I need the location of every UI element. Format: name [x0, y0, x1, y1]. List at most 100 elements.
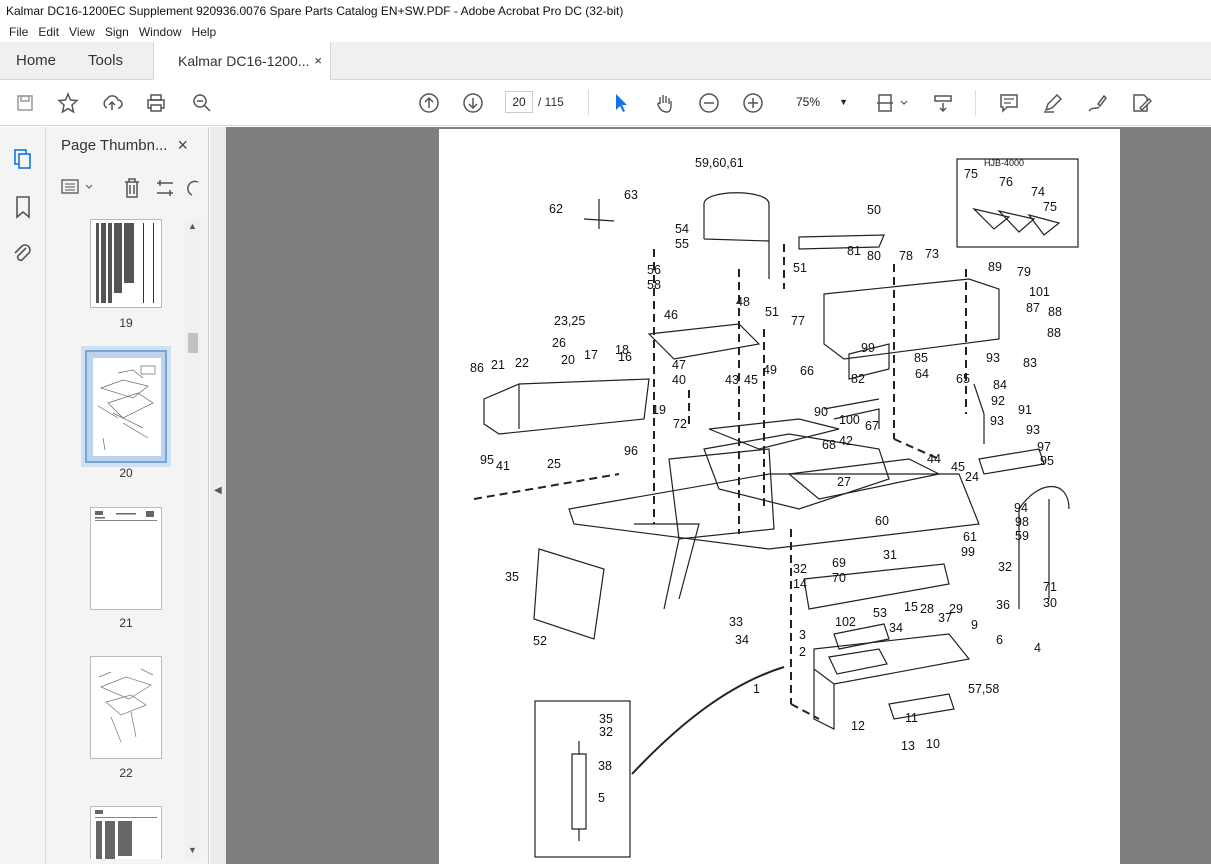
thumbnail-label: 19	[119, 316, 133, 330]
close-tab-icon[interactable]: ×	[314, 42, 322, 80]
callout-label: 21	[491, 358, 505, 372]
menu-help[interactable]: Help	[187, 25, 222, 39]
callout-label: 72	[673, 417, 687, 431]
select-pointer-icon[interactable]	[608, 90, 634, 116]
thumbnail-label: 20	[119, 466, 133, 480]
callout-label: 22	[515, 356, 529, 370]
menu-window[interactable]: Window	[134, 25, 187, 39]
callout-label: 3	[799, 628, 806, 642]
previous-page-icon[interactable]	[416, 90, 442, 116]
scrollbar-thumb[interactable]	[188, 333, 198, 353]
scroll-up-icon[interactable]: ▲	[188, 221, 197, 231]
rotate-page-icon[interactable]	[186, 177, 200, 202]
scroll-mode-icon[interactable]	[930, 90, 956, 116]
sign-pen-icon[interactable]	[1084, 90, 1110, 116]
options-menu-icon[interactable]	[60, 177, 96, 200]
bookmark-star-icon[interactable]	[55, 90, 81, 116]
tab-tools[interactable]: Tools	[88, 42, 123, 80]
callout-label: 46	[664, 308, 678, 322]
window-title: Kalmar DC16-1200EC Supplement 920936.007…	[0, 0, 1211, 22]
callout-label: 43	[725, 373, 739, 387]
zoom-search-icon[interactable]	[189, 90, 215, 116]
callout-label: 45	[744, 373, 758, 387]
callout-label: 62	[549, 202, 563, 216]
callout-label: 35	[599, 712, 613, 726]
callout-label: 92	[991, 394, 1005, 408]
menu-edit[interactable]: Edit	[33, 25, 64, 39]
hand-tool-icon[interactable]	[652, 90, 678, 116]
close-panel-icon[interactable]: ×	[177, 135, 188, 156]
print-icon[interactable]	[143, 90, 169, 116]
callout-label: 87	[1026, 301, 1040, 315]
thumbnail-scrollbar[interactable]: ▲ ▼	[185, 219, 201, 859]
callout-label: 53	[873, 606, 887, 620]
callout-label: 35	[505, 570, 519, 584]
callout-label: 70	[832, 571, 846, 585]
callout-label: 99	[961, 545, 975, 559]
callout-label: 81	[847, 244, 861, 258]
callout-label: 85	[914, 351, 928, 365]
callout-label: 99	[861, 341, 875, 355]
highlight-pen-icon[interactable]	[1040, 90, 1066, 116]
thumbnail-page-23[interactable]	[90, 806, 162, 859]
callout-label: 71	[1043, 580, 1057, 594]
menu-view[interactable]: View	[64, 25, 100, 39]
page-total: / 115	[538, 95, 564, 109]
tab-home[interactable]: Home	[16, 42, 56, 80]
scroll-down-icon[interactable]: ▼	[188, 845, 197, 855]
menu-sign[interactable]: Sign	[100, 25, 134, 39]
edit-pdf-icon[interactable]	[1128, 90, 1154, 116]
zoom-out-icon[interactable]	[696, 90, 722, 116]
callout-label: 93	[990, 414, 1004, 428]
panel-collapse-handle[interactable]: ◀	[210, 127, 226, 864]
callout-label: 44	[927, 452, 941, 466]
page-thumbnails-icon[interactable]	[11, 147, 35, 174]
menu-file[interactable]: File	[4, 25, 33, 39]
delete-page-icon[interactable]	[121, 177, 143, 202]
callout-label: 41	[496, 459, 510, 473]
thumbnail-page-20[interactable]	[81, 346, 171, 467]
tab-document[interactable]: Kalmar DC16-1200... ×	[153, 42, 331, 81]
callout-label: 6	[996, 633, 1003, 647]
thumbnail-page-21[interactable]	[90, 507, 162, 610]
callout-label: 33	[729, 615, 743, 629]
zoom-select[interactable]: 75% ▼	[788, 91, 856, 113]
callout-label: 30	[1043, 596, 1057, 610]
exploded-parts-diagram: 59,60,616362545556585081 80 78 7351HJB-4000…	[470, 156, 1079, 858]
callout-label: 47	[672, 358, 686, 372]
tab-bar: Home Tools Kalmar DC16-1200... ×	[0, 42, 1211, 81]
thumbnail-page-22[interactable]	[90, 656, 162, 759]
extract-page-icon[interactable]	[154, 177, 176, 202]
callout-label: 12	[851, 719, 865, 733]
callout-label: 19	[652, 403, 666, 417]
callout-label: 84	[993, 378, 1007, 392]
fit-page-icon[interactable]	[873, 90, 913, 116]
bookmarks-icon[interactable]	[13, 195, 33, 222]
callout-label: 89	[988, 260, 1002, 274]
collapse-arrow-icon[interactable]: ◀	[214, 485, 222, 496]
callout-label: 4	[1034, 641, 1041, 655]
callout-label: 64	[915, 367, 929, 381]
callout-label: 5	[598, 791, 605, 805]
callout-label: 97	[1037, 440, 1051, 454]
callout-label: 56	[647, 263, 661, 277]
comment-icon[interactable]	[996, 90, 1022, 116]
callout-label: 101	[1029, 285, 1050, 299]
save-icon[interactable]	[12, 90, 38, 116]
callout-label: 96	[624, 444, 638, 458]
callout-label: 55	[675, 237, 689, 251]
callout-label: 93	[1026, 423, 1040, 437]
callout-label: 28	[920, 602, 934, 616]
thumbnail-page-19[interactable]	[90, 219, 162, 308]
menu-bar: File Edit View Sign Window Help	[0, 22, 1211, 42]
next-page-icon[interactable]	[460, 90, 486, 116]
attachments-icon[interactable]	[11, 241, 33, 268]
callout-label: 48	[736, 295, 750, 309]
zoom-in-icon[interactable]	[740, 90, 766, 116]
toolbar-separator	[588, 90, 589, 116]
callout-label: 37	[938, 611, 952, 625]
callout-label: 27	[837, 475, 851, 489]
upload-cloud-icon[interactable]	[99, 90, 125, 116]
callout-label: 76	[999, 175, 1013, 189]
page-number-input[interactable]: 20	[505, 91, 533, 113]
